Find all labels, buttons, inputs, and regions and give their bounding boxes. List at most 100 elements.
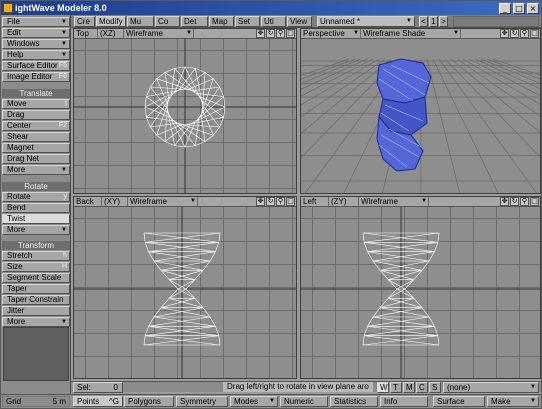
title-bar[interactable]: ightWave Modeler 8.0 _ □ × xyxy=(1,1,541,15)
layer-next-button[interactable]: > xyxy=(439,16,448,27)
tab-view[interactable]: View xyxy=(287,16,312,27)
surface-editor-button[interactable]: Surface Editor F5 xyxy=(2,61,70,71)
viewport-back[interactable]: Back (XY) Wireframe ▼ ✥ ↻ ⚲ □ xyxy=(73,196,297,379)
rotate-bend-button[interactable]: Bend xyxy=(2,203,70,213)
move-view-icon[interactable]: ✥ xyxy=(256,29,265,38)
edit-menu[interactable]: Edit ▼ xyxy=(2,28,70,38)
view-dropdown[interactable]: Top xyxy=(74,29,98,38)
wtmcs-c[interactable]: C xyxy=(416,382,428,393)
tab-create[interactable]: Cre xyxy=(74,16,95,27)
view-dropdown[interactable]: Perspective ▼ xyxy=(301,29,361,38)
translate-shear-button[interactable]: Shear xyxy=(2,132,70,142)
axis-dropdown[interactable]: (XY) xyxy=(102,197,128,206)
tab-detail[interactable]: Det xyxy=(181,16,208,27)
render-mode-dropdown[interactable]: Wireframe ▼ xyxy=(124,29,194,38)
tab-multiply[interactable]: Mu xyxy=(127,16,154,27)
render-mode-label: Wireframe xyxy=(361,197,398,206)
translate-center-button[interactable]: Center F2 xyxy=(2,121,70,131)
file-menu[interactable]: File ▼ xyxy=(2,17,70,27)
rotate-twist-button[interactable]: Twist xyxy=(2,214,70,224)
translate-drag-button[interactable]: Drag xyxy=(2,110,70,120)
wire-edge xyxy=(218,232,221,243)
transform-segment-scale-button[interactable]: Segment Scale xyxy=(2,273,70,283)
viewport-perspective[interactable]: Perspective ▼ Wireframe Shade ▼ ✥ ↻ ⚲ □ xyxy=(300,28,541,194)
move-view-icon[interactable]: ✥ xyxy=(500,29,509,38)
wtmcs-m[interactable]: M xyxy=(403,382,415,393)
maximize-view-icon[interactable]: □ xyxy=(286,29,295,38)
close-button[interactable]: × xyxy=(527,2,539,14)
vertex-map-dropdown[interactable]: (none) ▼ xyxy=(443,382,539,393)
transform-more-button[interactable]: More ▼ xyxy=(2,317,70,327)
rotate-rotate-button[interactable]: Rotate y xyxy=(2,192,70,202)
move-view-icon[interactable]: ✥ xyxy=(500,197,509,206)
render-mode-dropdown[interactable]: Wireframe ▼ xyxy=(128,197,198,206)
surface-button[interactable]: Surface xyxy=(433,396,485,407)
help-hint: Drag left/right to rotate in view plane … xyxy=(223,382,373,392)
rotate-view-icon[interactable]: ↻ xyxy=(266,29,275,38)
transform-taper-constrain-button[interactable]: Taper Constrain xyxy=(2,295,70,305)
viewport-top[interactable]: Top (XZ) Wireframe ▼ ✥ ↻ ⚲ □ xyxy=(73,28,297,194)
transform-taper-button[interactable]: Taper xyxy=(2,284,70,294)
rotate-view-icon[interactable]: ↻ xyxy=(266,197,275,206)
statistics-button[interactable]: Statistics xyxy=(330,396,378,407)
render-mode-label: Wireframe xyxy=(126,29,163,38)
modes-label: Modes xyxy=(234,397,259,406)
transform-size-button[interactable]: Size H xyxy=(2,262,70,272)
numeric-button[interactable]: Numeric xyxy=(280,396,328,407)
render-mode-dropdown[interactable]: Wireframe Shade ▼ xyxy=(361,29,461,38)
polygons-mode-button[interactable]: Polygons xyxy=(124,396,174,407)
wtmcs-t[interactable]: T xyxy=(390,382,402,393)
symmetry-button[interactable]: Symmetry xyxy=(176,396,228,407)
translate-magnet-button[interactable]: Magnet xyxy=(2,143,70,153)
render-mode-dropdown[interactable]: Wireframe ▼ xyxy=(359,197,429,206)
zoom-icon[interactable]: ⚲ xyxy=(276,197,285,206)
points-mode-button[interactable]: Points ^G xyxy=(73,396,123,407)
transform-item-label: Size xyxy=(7,262,23,271)
transform-stretch-button[interactable]: Stretch h xyxy=(2,251,70,261)
image-editor-button[interactable]: Image Editor F6 xyxy=(2,72,70,82)
wire-edge xyxy=(144,106,147,118)
wtmcs-w[interactable]: W xyxy=(377,382,389,393)
rotate-view-icon[interactable]: ↻ xyxy=(510,29,519,38)
minimize-button[interactable]: _ xyxy=(499,2,511,14)
zoom-icon[interactable]: ⚲ xyxy=(276,29,285,38)
rotate-more-button[interactable]: More ▼ xyxy=(2,225,70,235)
axis-label: (XY) xyxy=(104,197,120,206)
layer-slots[interactable] xyxy=(453,16,539,27)
axis-dropdown[interactable]: (XZ) xyxy=(98,29,124,38)
translate-more-button[interactable]: More ▼ xyxy=(2,165,70,175)
maximize-view-icon[interactable]: □ xyxy=(286,197,295,206)
top-view-canvas xyxy=(74,39,296,193)
tab-map[interactable]: Map xyxy=(209,16,234,27)
transform-jitter-button[interactable]: Jitter xyxy=(2,306,70,316)
maximize-button[interactable]: □ xyxy=(513,2,525,14)
layer-number[interactable]: 1 xyxy=(429,16,438,27)
move-view-icon[interactable]: ✥ xyxy=(256,197,265,206)
tab-setup[interactable]: Set xyxy=(235,16,260,27)
translate-move-button[interactable]: Move t xyxy=(2,99,70,109)
modes-dropdown[interactable]: Modes ▼ xyxy=(230,396,278,407)
translate-drag-net-button[interactable]: Drag Net xyxy=(2,154,70,164)
tab-construct[interactable]: Co xyxy=(155,16,180,27)
tab-modify[interactable]: Modify xyxy=(96,16,126,27)
layer-name-dropdown[interactable]: Unnamed * ▼ xyxy=(317,16,415,27)
axis-dropdown[interactable]: (ZY) xyxy=(329,197,359,206)
viewport-left[interactable]: Left (ZY) Wireframe ▼ ✥ ↻ ⚲ □ xyxy=(300,196,541,379)
make-button[interactable]: Make ▼ xyxy=(487,396,539,407)
zoom-icon[interactable]: ⚲ xyxy=(520,197,529,206)
layer-prev-button[interactable]: < xyxy=(419,16,428,27)
wire-edge xyxy=(388,288,406,299)
view-dropdown[interactable]: Left xyxy=(301,197,329,206)
windows-menu[interactable]: Windows ▼ xyxy=(2,39,70,49)
view-dropdown[interactable]: Back xyxy=(74,197,102,206)
tab-utilities[interactable]: Uti xyxy=(261,16,286,27)
rotate-view-icon[interactable]: ↻ xyxy=(510,197,519,206)
maximize-view-icon[interactable]: □ xyxy=(530,29,539,38)
surface-editor-label: Surface Editor xyxy=(7,61,58,70)
info-button[interactable]: Info xyxy=(380,396,428,407)
help-menu[interactable]: Help ▼ xyxy=(2,50,70,60)
zoom-icon[interactable]: ⚲ xyxy=(520,29,529,38)
wire-edge xyxy=(164,68,175,73)
wtmcs-s[interactable]: S xyxy=(429,382,441,393)
maximize-view-icon[interactable]: □ xyxy=(530,197,539,206)
